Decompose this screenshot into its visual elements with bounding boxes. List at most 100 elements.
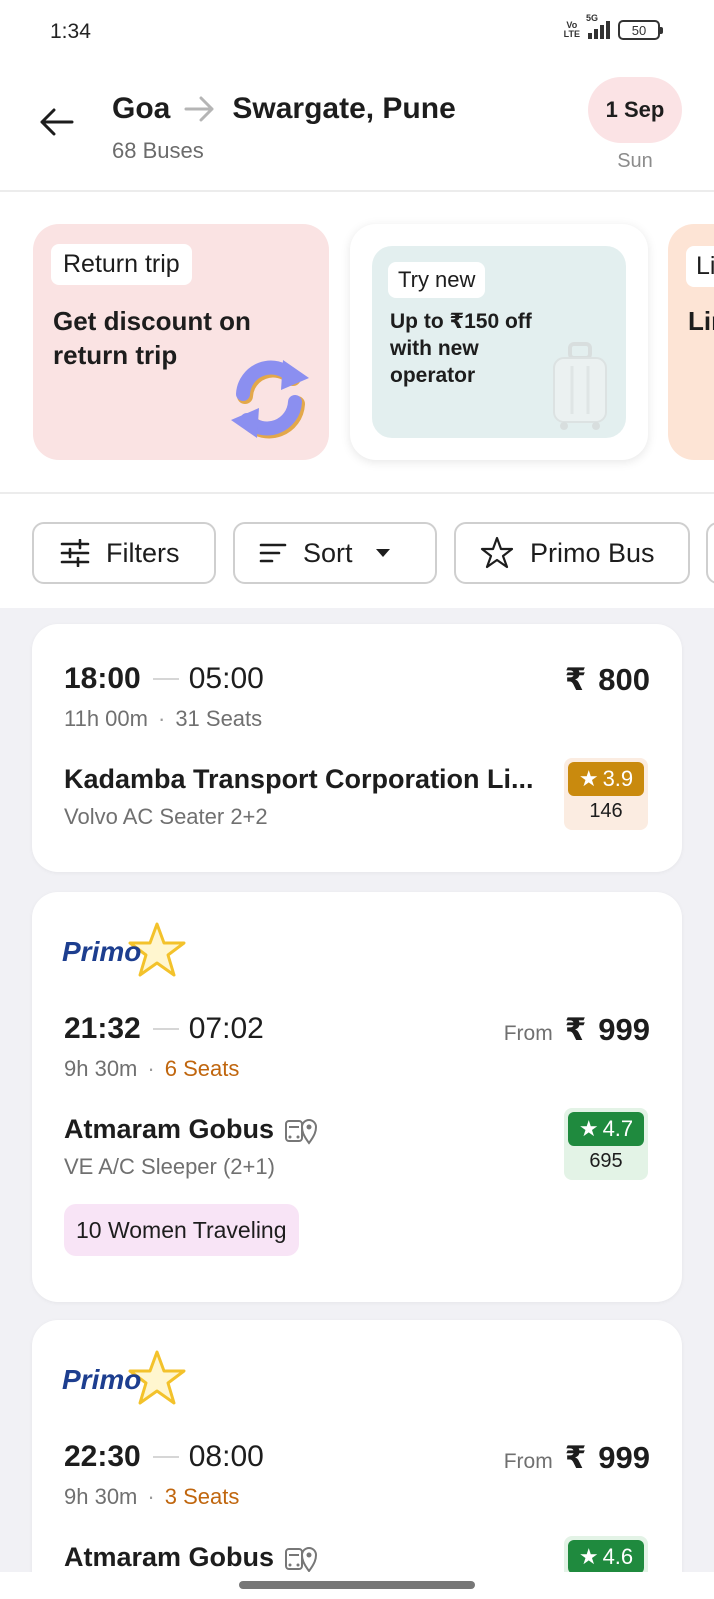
operator-name: Atmaram Gobus <box>64 1114 318 1145</box>
filter-chips: Filters Sort Primo Bus <box>0 494 714 608</box>
network-type: 5G <box>586 13 599 23</box>
primo-wordmark: Primo <box>62 1364 142 1395</box>
route-to: Swargate, Pune <box>232 92 456 125</box>
system-nav-bar <box>0 1572 714 1599</box>
sort-label: Sort <box>303 537 353 568</box>
more-chip[interactable] <box>706 522 714 584</box>
offer-text: Up to ₹150 off with new operator <box>390 310 532 387</box>
duration: 11h 00m <box>64 706 148 731</box>
rating-value: 4.7 <box>602 1116 634 1141</box>
rating-badge: ★ 4.7 695 <box>564 1108 648 1180</box>
bus-count: 68 Buses <box>112 138 204 163</box>
women-traveling-tag: 10 Women Traveling <box>64 1204 299 1256</box>
trip-times: 22:30 08:00 <box>64 1440 264 1474</box>
trip-times: 18:00 05:00 <box>64 662 264 696</box>
seats-available: 31 Seats <box>175 706 263 731</box>
primo-logo: Primo <box>62 920 192 984</box>
date-selector[interactable]: 1 Sep <box>588 77 682 143</box>
offer-card-limited[interactable]: Li Lim sta <box>668 224 714 460</box>
volte-bottom-label: LTE <box>563 29 580 39</box>
rating-star-icon: ★ <box>578 1116 599 1141</box>
offer-card-return-trip[interactable]: Return trip Get discount on return trip <box>33 224 329 460</box>
price: From ₹ 999 <box>504 1012 650 1048</box>
primo-wordmark: Primo <box>62 936 142 967</box>
rating-star-icon: ★ <box>578 1544 599 1569</box>
offer-text: Lim sta <box>688 306 714 336</box>
offer-card-try-new[interactable]: Try new Up to ₹150 off with new operator <box>350 224 648 460</box>
time-separator <box>152 678 179 680</box>
departure-time: 22:30 <box>64 1440 141 1473</box>
seats-available: 3 Seats <box>164 1484 240 1509</box>
signal-icon: 5G <box>586 13 610 39</box>
currency-symbol: ₹ <box>564 1012 587 1047</box>
offer-inner-panel: Try new Up to ₹150 off with new operator <box>372 246 626 438</box>
duration: 9h 30m <box>64 1056 138 1081</box>
suitcase-icon <box>553 342 607 430</box>
price-amount: 999 <box>598 1012 650 1047</box>
arrival-time: 07:02 <box>188 1012 264 1045</box>
bus-list: 18:00 05:00 ₹ 800 11h 00m · 31 Seats Kad… <box>0 608 714 1572</box>
battery-icon: 50 <box>618 20 663 40</box>
offer-tag: Li <box>686 246 714 287</box>
offers-carousel[interactable]: Return trip Get discount on return trip … <box>0 192 714 494</box>
bus-card[interactable]: Primo 22:30 08:00 From ₹ 999 9h 30m · 3 … <box>32 1320 682 1572</box>
rating-score: ★ 3.9 <box>568 762 644 796</box>
duration: 9h 30m <box>64 1484 138 1509</box>
home-gesture-handle[interactable] <box>239 1581 475 1589</box>
route-title: Goa Swargate, Pune <box>112 92 456 126</box>
battery-level: 50 <box>631 22 647 38</box>
meta-dot: · <box>147 1484 155 1509</box>
price: From ₹ 999 <box>504 1440 650 1476</box>
caret-down-icon <box>375 549 390 557</box>
sort-chip[interactable]: Sort <box>233 522 437 584</box>
rating-score: ★ 4.7 <box>568 1112 644 1146</box>
day-label: Sun <box>617 150 653 172</box>
primo-bus-chip[interactable]: Primo Bus <box>454 522 690 584</box>
back-button[interactable] <box>36 102 76 142</box>
trip-meta: 9h 30m · 3 Seats <box>64 1484 239 1510</box>
refresh-icon <box>231 360 309 439</box>
price-amount: 800 <box>598 662 650 697</box>
offer-tag: Try new <box>388 262 486 298</box>
arrival-time: 08:00 <box>188 1440 264 1473</box>
status-icons: Vo LTE 5G 50 <box>564 13 663 40</box>
filters-chip[interactable]: Filters <box>32 522 216 584</box>
price: ₹ 800 <box>565 662 650 698</box>
live-tracking-icon <box>285 1546 318 1572</box>
volte-icon: Vo LTE <box>564 21 580 39</box>
rating-value: 3.9 <box>602 766 634 791</box>
status-bar: 1:34 Vo LTE 5G 50 <box>0 0 714 62</box>
back-arrow-icon <box>40 108 74 136</box>
time-separator <box>152 1456 179 1458</box>
trip-meta: 9h 30m · 6 Seats <box>64 1056 239 1082</box>
star-icon <box>480 536 514 569</box>
filters-label: Filters <box>106 537 180 568</box>
primo-logo: Primo <box>62 1348 192 1412</box>
price-prefix: From <box>503 1450 553 1473</box>
operator-name: Kadamba Transport Corporation Li... <box>64 764 534 795</box>
seats-available: 6 Seats <box>164 1056 240 1081</box>
trip-times: 21:32 07:02 <box>64 1012 264 1046</box>
operator-name-text: Kadamba Transport Corporation Li... <box>64 764 534 794</box>
currency-symbol: ₹ <box>564 662 587 697</box>
price-prefix: From <box>503 1022 553 1045</box>
filters-icon <box>60 539 90 567</box>
operator-name-text: Atmaram Gobus <box>64 1542 275 1572</box>
offer-tag: Return trip <box>51 244 192 285</box>
route-from: Goa <box>112 92 171 125</box>
bus-card[interactable]: Primo 21:32 07:02 From ₹ 999 9h 30m · 6 … <box>32 892 682 1302</box>
sort-icon <box>259 543 287 563</box>
price-amount: 999 <box>598 1440 650 1475</box>
rating-badge: ★ 4.6 <box>564 1536 648 1572</box>
primo-bus-label: Primo Bus <box>530 537 655 568</box>
departure-time: 21:32 <box>64 1012 141 1045</box>
live-tracking-icon <box>285 1118 318 1145</box>
operator-name: Atmaram Gobus <box>64 1542 318 1572</box>
route-arrow-icon <box>184 94 218 124</box>
time-separator <box>152 1028 179 1030</box>
meta-dot: · <box>147 1056 155 1081</box>
rating-badge: ★ 3.9 146 <box>564 758 648 830</box>
trip-meta: 11h 00m · 31 Seats <box>64 706 262 732</box>
bus-card[interactable]: 18:00 05:00 ₹ 800 11h 00m · 31 Seats Kad… <box>32 624 682 872</box>
departure-time: 18:00 <box>64 662 141 695</box>
